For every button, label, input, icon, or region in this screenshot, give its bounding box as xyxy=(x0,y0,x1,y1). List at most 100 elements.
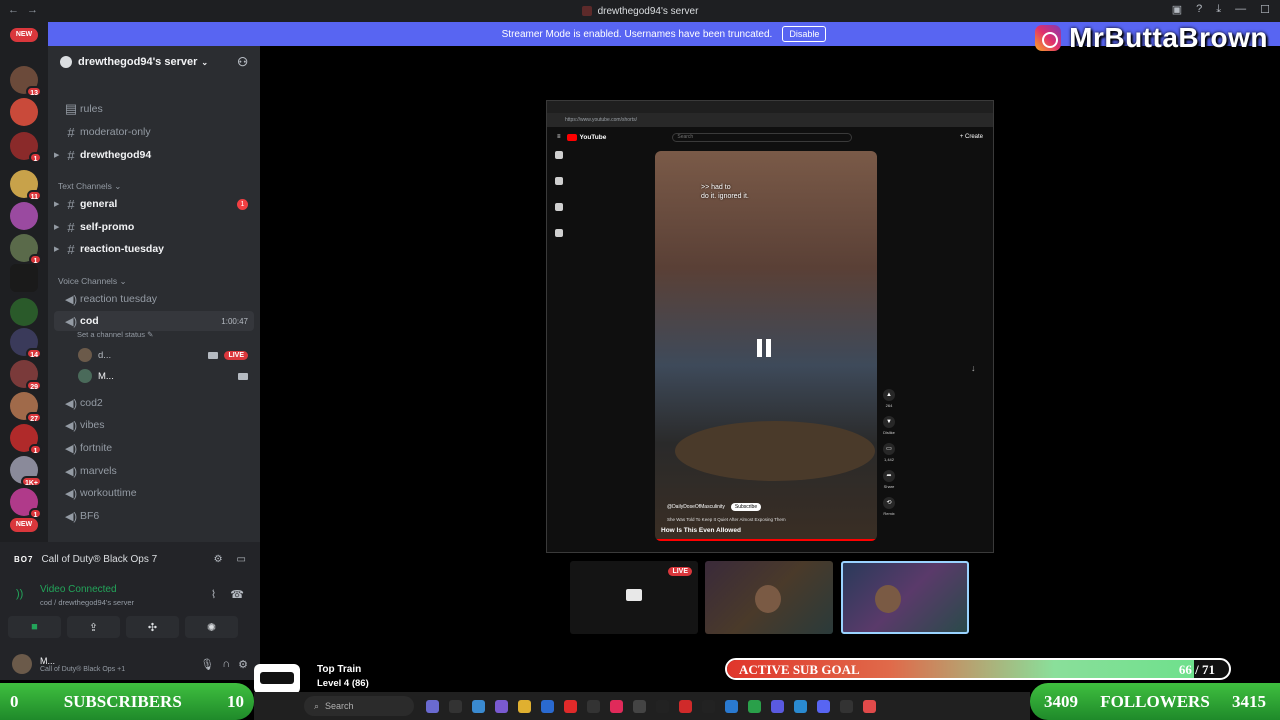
category-label: Voice Channels xyxy=(58,276,118,286)
avatar[interactable] xyxy=(12,654,32,674)
app-icon[interactable] xyxy=(679,699,692,713)
channel-label: cod2 xyxy=(80,397,103,409)
disable-streamer-mode-button[interactable]: Disable xyxy=(782,26,827,42)
app-icon[interactable] xyxy=(426,699,439,713)
comment-icon: ▭ xyxy=(883,443,895,455)
soundboard-button[interactable]: ✺ xyxy=(185,616,238,638)
minimize-icon[interactable]: — xyxy=(1235,3,1246,16)
controller-icon[interactable]: ⚙ xyxy=(214,554,223,565)
share-icon: ➦ xyxy=(883,470,895,482)
voice-channel-vibes[interactable]: ◀) vibes xyxy=(54,415,254,435)
channel-rules[interactable]: ▤ rules xyxy=(54,99,254,119)
voice-channel-cod[interactable]: ◀) cod 1:00:47 xyxy=(54,311,254,331)
category-text-channels[interactable]: Text Channels ⌄ xyxy=(58,181,121,192)
app-icon[interactable] xyxy=(725,699,738,713)
server-avatar[interactable]: 13 xyxy=(10,66,42,97)
server-avatar[interactable]: 1 xyxy=(10,132,42,163)
youtube-icon[interactable] xyxy=(564,699,577,713)
camera-icon xyxy=(238,372,248,380)
app-icon[interactable] xyxy=(840,699,853,713)
voice-channel-workouttime[interactable]: ◀) workouttime xyxy=(54,483,254,503)
app-icon[interactable] xyxy=(541,699,554,713)
screen-share-icon[interactable]: ▭ xyxy=(237,554,246,565)
download-icon[interactable]: ⤓ xyxy=(1216,3,1221,16)
app-icon[interactable] xyxy=(702,699,715,713)
maximize-icon[interactable]: ☐ xyxy=(1260,3,1270,16)
channel-self-promo[interactable]: ▶ # self-promo xyxy=(54,217,254,237)
voice-channel-bf6[interactable]: ◀) BF6 xyxy=(54,506,254,526)
app-icon[interactable] xyxy=(472,699,485,713)
back-arrow-icon[interactable]: ← xyxy=(8,4,19,16)
server-avatar[interactable] xyxy=(10,298,38,326)
app-icon[interactable] xyxy=(863,699,876,713)
voice-location[interactable]: cod / drewthegod94's server xyxy=(40,598,134,607)
server-avatar[interactable]: 14 xyxy=(10,328,42,359)
voice-channel-fortnite[interactable]: ◀) fortnite xyxy=(54,438,254,458)
channel-name: @DailyDoseOfMasculinity xyxy=(667,504,725,510)
app-icon[interactable] xyxy=(449,699,462,713)
server-avatar[interactable] xyxy=(10,202,38,230)
stream-video-frame[interactable]: https://www.youtube.com/shorts/ ≡ YouTub… xyxy=(546,100,994,553)
app-icon[interactable] xyxy=(656,699,669,713)
channel-status[interactable]: Set a channel status ✎ xyxy=(77,330,153,339)
share-screen-button[interactable]: ⇪ xyxy=(67,616,120,638)
channel-label: vibes xyxy=(80,419,105,431)
folder-icon[interactable] xyxy=(518,699,531,713)
voice-channel-marvels[interactable]: ◀) marvels xyxy=(54,461,254,481)
live-badge: LIVE xyxy=(224,350,248,360)
microphone-icon[interactable]: 🎙 xyxy=(200,658,214,671)
new-pill-top[interactable]: NEW xyxy=(10,28,38,42)
server-avatar[interactable]: 27 xyxy=(10,392,42,423)
settings-gear-icon[interactable]: ⚙ xyxy=(238,658,248,671)
channel-label: moderator-only xyxy=(80,126,151,138)
followers-current: 3409 xyxy=(1044,691,1078,711)
server-avatar[interactable]: 1 xyxy=(10,234,42,265)
disconnect-icon[interactable]: ☎ xyxy=(230,588,244,601)
voice-user[interactable]: M... xyxy=(78,369,248,383)
activities-button[interactable]: ✣ xyxy=(126,616,179,638)
server-avatar[interactable]: 1 xyxy=(10,488,42,519)
app-icon[interactable] xyxy=(587,699,600,713)
voice-channel-cod2[interactable]: ◀) cod2 xyxy=(54,393,254,413)
new-pill-bottom[interactable]: NEW xyxy=(10,518,38,532)
inbox-icon[interactable]: ▣ xyxy=(1172,3,1182,16)
voice-user[interactable]: d... LIVE xyxy=(78,348,248,362)
server-header[interactable]: drewthegod94's server ⌄ ⚇ xyxy=(48,46,260,78)
instagram-icon xyxy=(1035,25,1062,51)
stream-preview-camera[interactable] xyxy=(705,561,833,634)
app-icon[interactable] xyxy=(771,699,784,713)
app-icon[interactable] xyxy=(610,699,623,713)
invite-people-icon[interactable]: ⚇ xyxy=(237,55,248,69)
channel-drewthegod94[interactable]: ▶ # drewthegod94 xyxy=(54,145,254,165)
server-avatar[interactable] xyxy=(10,98,38,126)
app-icon[interactable] xyxy=(633,699,646,713)
category-voice-channels[interactable]: Voice Channels ⌄ xyxy=(58,276,127,287)
server-avatar[interactable]: 11 xyxy=(10,170,42,201)
game-activity[interactable]: BO7 Call of Duty® Black Ops 7 ⚙ ▭ xyxy=(0,542,260,576)
voice-channel-reaction-tuesday[interactable]: ◀) reaction tuesday xyxy=(54,289,254,309)
headphones-icon[interactable]: ∩ xyxy=(222,658,230,671)
taskbar-search[interactable]: ⌕ Search xyxy=(304,696,414,716)
channel-reaction-tuesday[interactable]: ▶ # reaction-tuesday xyxy=(54,239,254,259)
channel-moderator-only[interactable]: # moderator-only xyxy=(54,122,254,142)
stream-preview-screen[interactable]: LIVE xyxy=(570,561,698,634)
camera-button[interactable]: ■ xyxy=(8,616,61,638)
channel-label: general xyxy=(80,198,118,210)
stream-preview-camera-selected[interactable] xyxy=(841,561,969,634)
channel-general[interactable]: ▶ # general 1 xyxy=(54,194,254,214)
forward-arrow-icon[interactable]: → xyxy=(27,4,38,16)
voice-status[interactable]: Video Connected xyxy=(40,584,117,595)
server-avatar[interactable] xyxy=(10,264,38,292)
signal-icon[interactable]: )) xyxy=(16,588,30,602)
app-icon[interactable] xyxy=(748,699,761,713)
server-avatar[interactable]: 1K+ xyxy=(10,456,42,487)
server-avatar[interactable]: 29 xyxy=(10,360,42,391)
server-avatar[interactable]: 1 xyxy=(10,424,42,455)
help-icon[interactable]: ? xyxy=(1196,3,1202,16)
instagram-watermark: MrButtaBrown xyxy=(1035,22,1268,54)
subscribers-goal: 10 xyxy=(226,691,244,711)
noise-suppression-icon[interactable]: ⌇ xyxy=(211,588,216,601)
app-icon[interactable] xyxy=(495,699,508,713)
discord-icon[interactable] xyxy=(817,699,830,713)
app-icon[interactable] xyxy=(794,699,807,713)
